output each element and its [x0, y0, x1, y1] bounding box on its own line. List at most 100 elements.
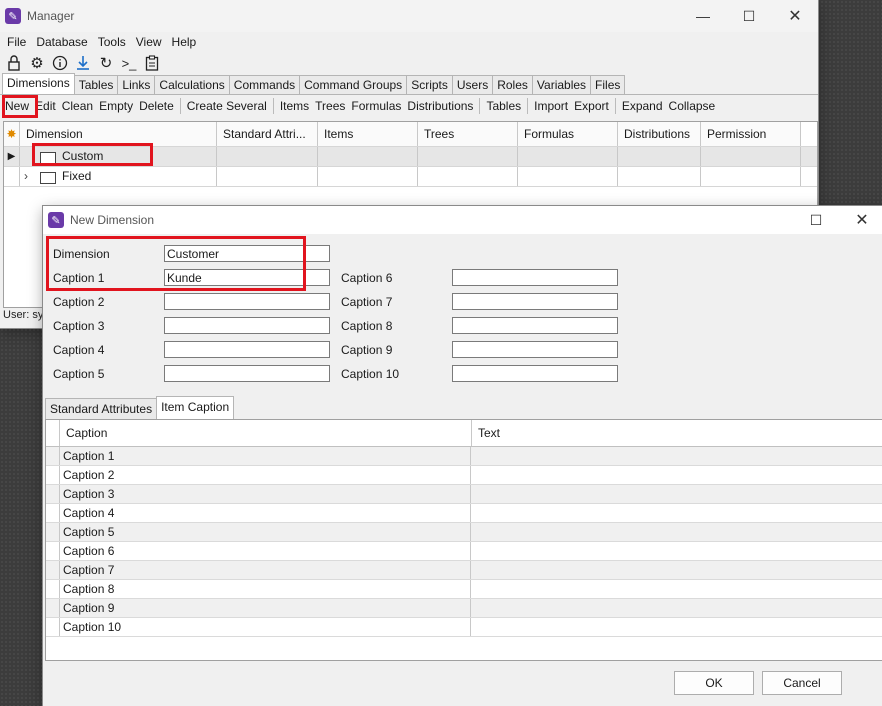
table-row[interactable]: Caption 10 [46, 618, 882, 637]
caption-cell: Caption 6 [60, 542, 471, 560]
caption-1-label: Caption 1 [53, 271, 105, 285]
delete-button[interactable]: Delete [136, 99, 177, 113]
dimension-input[interactable]: Customer [164, 245, 330, 262]
table-row[interactable]: Caption 5 [46, 523, 882, 542]
trees-button[interactable]: Trees [312, 99, 348, 113]
col-distributions[interactable]: Distributions [618, 122, 701, 146]
col-standard-attributes[interactable]: Standard Attri... [217, 122, 318, 146]
gear-icon[interactable]: ⚙ [26, 53, 48, 73]
grid-cell [701, 147, 801, 166]
expand-button[interactable]: Expand [619, 99, 666, 113]
table-row[interactable]: Caption 4 [46, 504, 882, 523]
row-selector [46, 561, 60, 579]
caption-6-input[interactable] [452, 269, 618, 286]
col-caption[interactable]: Caption [60, 420, 472, 446]
tab-commands[interactable]: Commands [228, 75, 301, 94]
caption-2-input[interactable] [164, 293, 330, 310]
grid-cell [618, 167, 701, 186]
grid-header: Caption Text [46, 420, 882, 447]
table-row[interactable]: ▶ Custom [4, 147, 817, 167]
row-selector-icon: ▶ [4, 147, 20, 166]
expand-icon[interactable]: › [24, 167, 36, 186]
col-text[interactable]: Text [472, 420, 500, 446]
menu-file[interactable]: File [2, 35, 31, 49]
tab-variables[interactable]: Variables [531, 75, 592, 94]
distributions-button[interactable]: Distributions [404, 99, 476, 113]
empty-button[interactable]: Empty [96, 99, 136, 113]
formulas-button[interactable]: Formulas [348, 99, 404, 113]
caption-5-input[interactable] [164, 365, 330, 382]
info-icon[interactable] [49, 53, 71, 73]
caption-cell: Caption 1 [60, 447, 471, 465]
grid-cell [217, 147, 318, 166]
menu-database[interactable]: Database [31, 35, 92, 49]
menu-help[interactable]: Help [167, 35, 202, 49]
caption-4-input[interactable] [164, 341, 330, 358]
tab-links[interactable]: Links [117, 75, 156, 94]
collapse-button[interactable]: Collapse [666, 99, 719, 113]
caption-7-input[interactable] [452, 293, 618, 310]
table-row[interactable]: Caption 3 [46, 485, 882, 504]
clean-button[interactable]: Clean [59, 99, 96, 113]
tab-users[interactable]: Users [451, 75, 494, 94]
close-button[interactable]: ✕ [772, 0, 818, 32]
grid-header: ✸ Dimension Standard Attri... Items Tree… [4, 122, 817, 147]
refresh-icon[interactable]: ↻ [95, 53, 117, 73]
lock-icon[interactable] [3, 53, 25, 73]
dimension-label: Dimension [53, 247, 110, 261]
import-button[interactable]: Import [531, 99, 571, 113]
items-button[interactable]: Items [277, 99, 312, 113]
col-items[interactable]: Items [318, 122, 418, 146]
table-row[interactable]: Caption 7 [46, 561, 882, 580]
col-trees[interactable]: Trees [418, 122, 518, 146]
menu-tools[interactable]: Tools [93, 35, 131, 49]
cancel-button[interactable]: Cancel [762, 671, 842, 695]
maximize-button[interactable]: ☐ [793, 206, 839, 234]
main-tabs: Dimensions Tables Links Calculations Com… [0, 73, 818, 95]
tab-scripts[interactable]: Scripts [406, 75, 453, 94]
tab-command-groups[interactable]: Command Groups [299, 75, 408, 94]
table-row[interactable]: Caption 9 [46, 599, 882, 618]
tab-tables[interactable]: Tables [73, 75, 119, 94]
caption-cell: Caption 4 [60, 504, 471, 522]
tab-item-caption[interactable]: Item Caption [156, 396, 235, 419]
download-icon[interactable] [72, 53, 94, 73]
table-row[interactable]: Caption 1 [46, 447, 882, 466]
new-button[interactable]: New [2, 99, 32, 113]
tables-button[interactable]: Tables [483, 99, 524, 113]
table-row[interactable]: Caption 6 [46, 542, 882, 561]
create-several-button[interactable]: Create Several [184, 99, 270, 113]
grid-cell [418, 147, 518, 166]
close-button[interactable]: ✕ [839, 206, 882, 234]
edit-button[interactable]: Edit [32, 99, 59, 113]
minimize-button[interactable]: — [680, 0, 726, 32]
command-bar: New Edit Clean Empty Delete Create Sever… [0, 95, 818, 117]
caption-1-input[interactable]: Kunde [164, 269, 330, 286]
col-permission[interactable]: Permission [701, 122, 801, 146]
caption-10-input[interactable] [452, 365, 618, 382]
maximize-button[interactable]: ☐ [726, 0, 772, 32]
item-caption-grid[interactable]: Caption Text Caption 1 Caption 2 Caption… [45, 419, 882, 661]
col-dimension[interactable]: Dimension [20, 122, 217, 146]
clipboard-icon[interactable] [141, 53, 163, 73]
tab-standard-attributes[interactable]: Standard Attributes [45, 398, 158, 419]
caption-2-label: Caption 2 [53, 295, 105, 309]
caption-9-input[interactable] [452, 341, 618, 358]
tab-calculations[interactable]: Calculations [154, 75, 230, 94]
tab-files[interactable]: Files [590, 75, 626, 94]
caption-3-input[interactable] [164, 317, 330, 334]
table-row[interactable]: Caption 8 [46, 580, 882, 599]
tab-dimensions[interactable]: Dimensions [2, 73, 75, 94]
row-selector [46, 466, 60, 484]
ok-button[interactable]: OK [674, 671, 754, 695]
menu-view[interactable]: View [131, 35, 167, 49]
table-row[interactable]: Caption 2 [46, 466, 882, 485]
col-formulas[interactable]: Formulas [518, 122, 618, 146]
console-icon[interactable]: >_ [118, 53, 140, 73]
table-row[interactable]: › Fixed [4, 167, 817, 187]
export-button[interactable]: Export [571, 99, 612, 113]
caption-8-input[interactable] [452, 317, 618, 334]
dimension-cell: Custom [20, 147, 217, 166]
tab-roles[interactable]: Roles [492, 75, 533, 94]
dimension-name: Custom [62, 149, 104, 163]
